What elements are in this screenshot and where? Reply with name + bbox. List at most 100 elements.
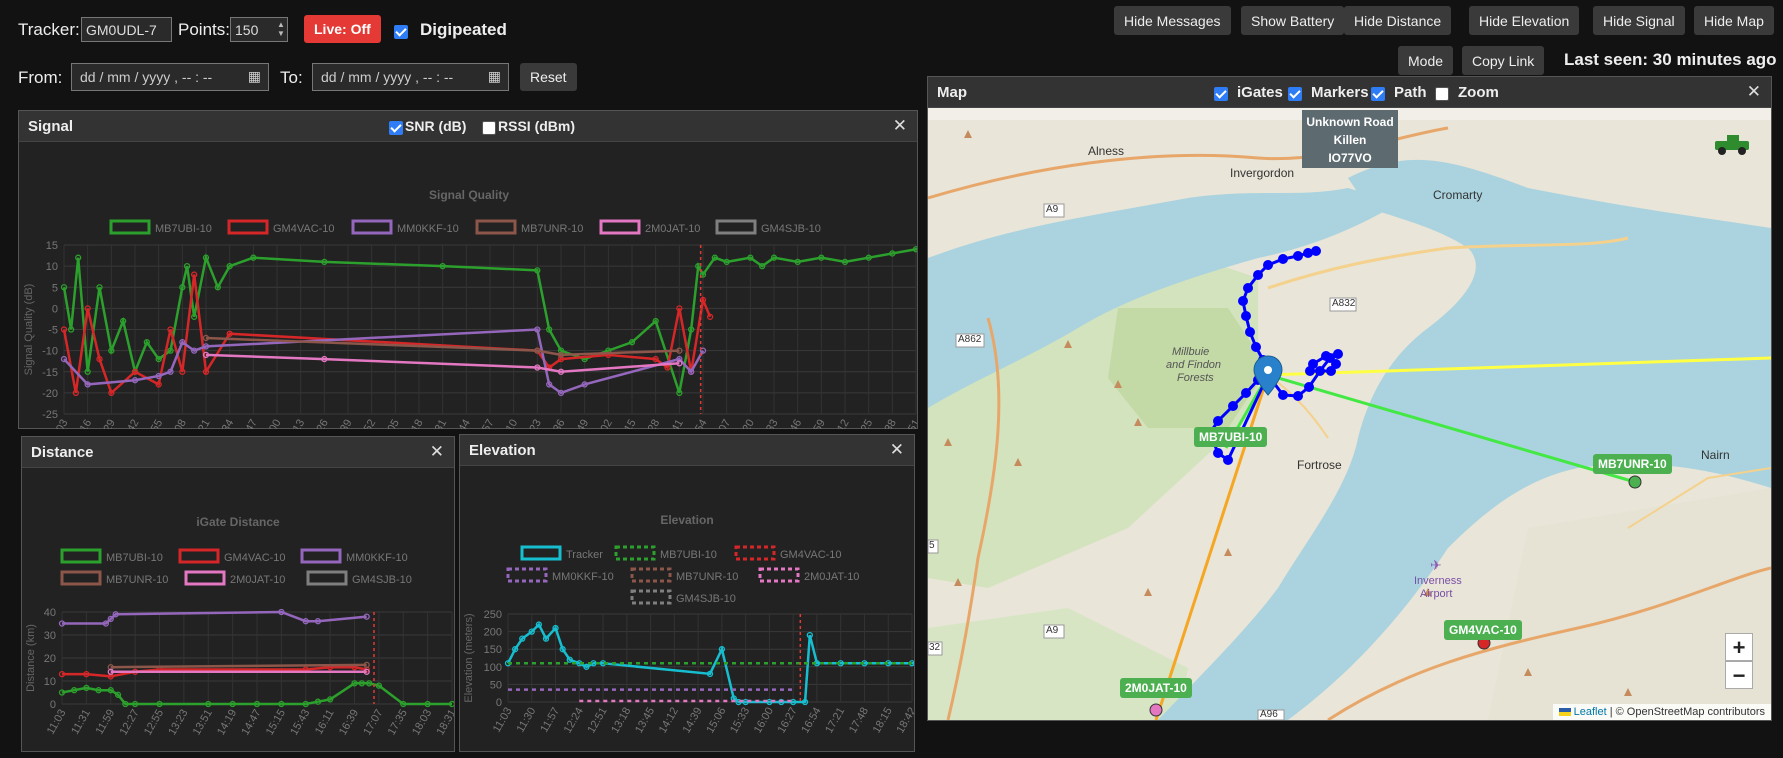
x-tick-label: 14:47 — [239, 708, 263, 738]
x-tick-label: 17:59 — [804, 418, 828, 430]
markers-checkbox[interactable] — [1288, 85, 1302, 103]
legend-label: 2M0JAT-10 — [804, 571, 859, 583]
hide-distance-button[interactable]: Hide Distance — [1344, 6, 1452, 35]
to-label: To: — [280, 68, 303, 87]
leaflet-link[interactable]: Leaflet — [1574, 706, 1607, 718]
svg-text:✈: ✈ — [1430, 557, 1442, 573]
distance-close-icon[interactable]: ✕ — [430, 442, 444, 462]
rssi-checkbox[interactable] — [482, 119, 496, 137]
x-tick-label: 13:18 — [609, 706, 633, 736]
x-tick-label: 18:12 — [827, 418, 851, 430]
snr-checkbox[interactable] — [389, 119, 403, 137]
path-point — [1293, 391, 1303, 401]
path-checkbox[interactable] — [1371, 85, 1385, 103]
elevation-panel-header[interactable]: Elevation ✕ — [460, 435, 914, 466]
live-toggle-button[interactable]: Live: Off — [304, 15, 381, 43]
y-tick-label: 0 — [50, 699, 56, 711]
path-point — [1213, 416, 1223, 426]
path-point — [1293, 251, 1303, 261]
x-tick-label: 14:31 — [425, 418, 449, 430]
legend-swatch — [715, 219, 757, 235]
legend-swatch — [60, 548, 102, 564]
map-panel-header[interactable]: Map iGates Markers Path Zoom ✕ — [928, 77, 1771, 108]
distance-chart: iGate Distance MB7UBI-10 GM4VAC-10 MM0KKF-1… — [25, 515, 454, 738]
legend-label: 2M0JAT-10 — [230, 574, 285, 586]
path-point — [1278, 254, 1288, 264]
x-tick-label: 17:21 — [823, 706, 847, 736]
road-label: A862 — [958, 334, 982, 345]
y-tick-label: 5 — [52, 282, 58, 294]
distance-panel-header[interactable]: Distance ✕ — [22, 437, 454, 468]
legend-swatch — [599, 219, 641, 235]
x-tick-label: 12:08 — [165, 418, 189, 430]
elevation-close-icon[interactable]: ✕ — [890, 440, 904, 460]
legend-swatch — [60, 570, 102, 586]
mode-button[interactable]: Mode — [1398, 46, 1454, 75]
x-tick-label: 15:49 — [567, 418, 591, 430]
igates-checkbox[interactable] — [1214, 85, 1228, 103]
tracker-label: Tracker: — [18, 20, 80, 39]
x-tick-label: 11:03 — [491, 706, 515, 735]
from-date-input[interactable]: dd / mm / yyyy , -- : -- ▦ — [71, 63, 269, 91]
x-tick-label: 18:51 — [898, 418, 917, 430]
x-tick-label: 12:55 — [142, 708, 166, 738]
distance-panel: Distance ✕ iGate Distance MB7UBI-10 GM4VAC… — [21, 436, 455, 752]
x-tick-label: 17:35 — [386, 708, 410, 738]
legend-label: GM4VAC-10 — [273, 223, 335, 235]
tracker-input[interactable] — [81, 17, 172, 42]
x-tick-label: 14:12 — [657, 706, 681, 736]
road-label: 32 — [929, 642, 941, 653]
signal-panel-title: Signal — [28, 118, 74, 135]
station-label-mb7unr[interactable]: MB7UNR-10 — [1593, 454, 1672, 474]
x-tick-label: 16:39 — [337, 708, 361, 738]
x-tick-label: 13:52 — [354, 418, 378, 430]
place-label: Fortrose — [1297, 458, 1342, 472]
zoom-checkbox[interactable] — [1435, 85, 1449, 103]
rssi-label: RSSI (dBm) — [498, 118, 575, 134]
signal-panel-header[interactable]: Signal SNR (dB) RSSI (dBm) ✕ — [19, 111, 917, 142]
x-tick-label: 14:39 — [681, 706, 705, 736]
y-tick-label: 20 — [44, 653, 56, 665]
igates-label: iGates — [1237, 84, 1283, 101]
map-canvas[interactable]: ✈ Alness Invergordon Cromarty Millbuie a… — [928, 108, 1771, 720]
legend-swatch — [184, 570, 226, 586]
to-date-input[interactable]: dd / mm / yyyy , -- : -- ▦ — [312, 63, 509, 91]
stepper-arrows-icon[interactable]: ▲ ▼ — [277, 20, 285, 38]
reset-button[interactable]: Reset — [520, 63, 577, 91]
x-tick-label: 17:46 — [780, 418, 804, 430]
path-point — [1245, 327, 1255, 337]
hide-messages-button[interactable]: Hide Messages — [1114, 6, 1231, 35]
zoom-label: Zoom — [1458, 84, 1499, 101]
station-label-2m0jat[interactable]: 2M0JAT-10 — [1120, 678, 1192, 698]
zoom-in-button[interactable]: + — [1725, 633, 1753, 661]
map-close-icon[interactable]: ✕ — [1747, 82, 1761, 102]
y-tick-label: 0 — [496, 697, 502, 709]
station-label-gm4vac[interactable]: GM4VAC-10 — [1444, 620, 1522, 640]
distance-panel-title: Distance — [31, 444, 94, 461]
signal-close-icon[interactable]: ✕ — [893, 116, 907, 136]
hide-map-button[interactable]: Hide Map — [1694, 6, 1774, 35]
y-tick-label: 15 — [46, 240, 58, 252]
x-tick-label: 12:24 — [562, 706, 586, 736]
path-point — [1223, 455, 1233, 465]
hide-elevation-button[interactable]: Hide Elevation — [1469, 6, 1580, 35]
path-point — [1243, 283, 1253, 293]
path-point — [1331, 359, 1341, 369]
digipeated-checkbox[interactable] — [394, 23, 408, 41]
legend-label: GM4VAC-10 — [224, 552, 286, 564]
legend-label: MB7UNR-10 — [676, 571, 738, 583]
map-attribution: Leaflet | © OpenStreetMap contributors — [1552, 704, 1771, 720]
jeep-icon[interactable] — [1711, 133, 1755, 157]
show-battery-button[interactable]: Show Battery — [1241, 6, 1345, 35]
markers-label: Markers — [1311, 84, 1369, 101]
legend-label: MB7UBI-10 — [155, 223, 212, 235]
zoom-out-button[interactable]: − — [1725, 661, 1753, 689]
copy-link-button[interactable]: Copy Link — [1462, 46, 1545, 75]
x-tick-label: 12:27 — [118, 708, 142, 738]
hide-signal-button[interactable]: Hide Signal — [1593, 6, 1685, 35]
x-tick-label: 11:59 — [94, 708, 118, 737]
place-label: Millbuie — [1172, 346, 1210, 358]
station-label-mb7ubi[interactable]: MB7UBI-10 — [1194, 427, 1268, 447]
road-label: A96 — [1260, 709, 1278, 720]
x-tick-label: 18:42 — [894, 706, 914, 736]
